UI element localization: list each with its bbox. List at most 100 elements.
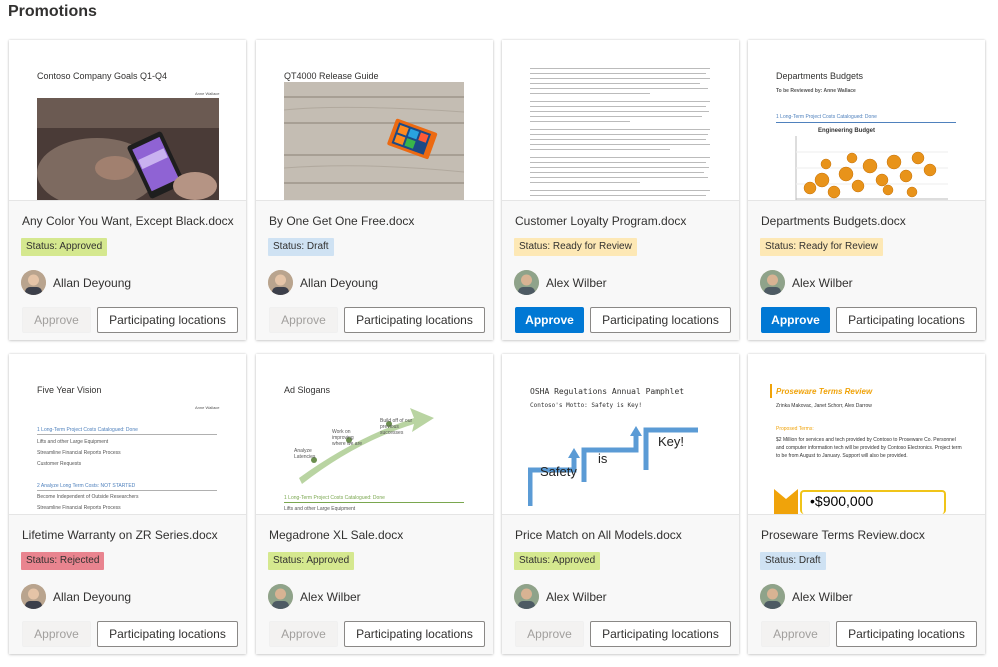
file-name[interactable]: Lifetime Warranty on ZR Series.docx <box>22 528 218 542</box>
avatar <box>514 584 539 609</box>
status-badge: Status: Approved <box>514 552 601 570</box>
preview-title: Contoso Company Goals Q1-Q4 <box>37 71 168 81</box>
preview-item: Streamline Financial Reports Process <box>37 505 121 511</box>
preview-author: Anne Wallace <box>195 405 220 410</box>
approve-button[interactable]: Approve <box>761 307 830 333</box>
participating-locations-button[interactable]: Participating locations <box>97 307 238 333</box>
avatar <box>21 584 46 609</box>
avatar <box>514 270 539 295</box>
person-name: Alex Wilber <box>546 276 607 290</box>
file-name[interactable]: Any Color You Want, Except Black.docx <box>22 214 234 228</box>
phone-photo <box>284 82 464 200</box>
participating-locations-button[interactable]: Participating locations <box>836 621 977 647</box>
avatar <box>268 270 293 295</box>
approve-button[interactable]: Approve <box>515 621 584 647</box>
person-name: Alex Wilber <box>792 276 853 290</box>
promotion-card[interactable]: OSHA Regulations Annual Pamphlet Contoso… <box>502 354 739 654</box>
growth-arrow-graphic <box>299 408 434 484</box>
avatar <box>268 584 293 609</box>
promotion-card[interactable]: Contoso Company Goals Q1-Q4 Anne Wallace… <box>9 40 246 340</box>
approve-button[interactable]: Approve <box>269 307 338 333</box>
avatar <box>760 270 785 295</box>
preview-author: Anne Wallace <box>195 91 220 96</box>
person-name: Allan Deyoung <box>300 276 379 290</box>
participating-locations-button[interactable]: Participating locations <box>344 307 485 333</box>
preview-title: OSHA Regulations Annual Pamphlet <box>530 387 685 396</box>
document-preview[interactable]: Ad Slogans Analyze Latencies Work on imp… <box>256 354 493 515</box>
document-preview[interactable]: QT4000 Release Guide <box>256 40 493 201</box>
person-name: Alex Wilber <box>792 590 853 604</box>
status-badge: Status: Rejected <box>21 552 105 570</box>
document-preview[interactable]: Contoso Company Goals Q1-Q4 Anne Wallace <box>9 40 246 201</box>
preview-item: Customer Requests <box>37 461 82 467</box>
document-preview[interactable]: Proseware Terms Review Zrinka Makovac, J… <box>748 354 985 515</box>
promotion-card[interactable]: Departments Budgets To be Reviewed by: A… <box>748 40 985 340</box>
budget-chart <box>795 136 948 200</box>
person-name: Alex Wilber <box>546 590 607 604</box>
preview-section: Proposed Terms: <box>776 426 814 432</box>
file-name[interactable]: Price Match on All Models.docx <box>515 528 682 542</box>
status-badge: Status: Approved <box>268 552 355 570</box>
phone-photo <box>37 98 219 200</box>
person-name: Allan Deyoung <box>53 590 132 604</box>
preview-body: $2 Million for services and tech provide… <box>776 437 962 459</box>
promotion-card[interactable]: QT4000 Release Guide By One Get One Free… <box>256 40 493 340</box>
approve-button[interactable]: Approve <box>269 621 338 647</box>
file-name[interactable]: Proseware Terms Review.docx <box>761 528 925 542</box>
preview-item: Lifts and other Large Equipment <box>37 439 109 445</box>
participating-locations-button[interactable]: Participating locations <box>590 621 731 647</box>
step-word: is <box>598 451 608 466</box>
participating-locations-button[interactable]: Participating locations <box>590 307 731 333</box>
status-badge: Status: Approved <box>21 238 108 256</box>
document-preview[interactable]: OSHA Regulations Annual Pamphlet Contoso… <box>502 354 739 515</box>
step-word: Key! <box>658 434 685 449</box>
preview-title: Five Year Vision <box>37 385 102 395</box>
person-name: Alex Wilber <box>300 590 361 604</box>
preview-names: Zrinka Makovac, Janet Schorr, Alex Darro… <box>776 403 872 409</box>
preview-subtitle: To be Reviewed by: Anne Wallace <box>776 88 856 94</box>
chart-title: Engineering Budget <box>818 128 875 134</box>
approve-button[interactable]: Approve <box>761 621 830 647</box>
slogan-step: Work on improving where we are <box>332 429 363 447</box>
preview-heading: 1 Long-Term Project Costs Catalogued: Do… <box>776 114 877 120</box>
status-badge: Status: Draft <box>760 552 826 570</box>
page-title: Promotions <box>8 3 97 20</box>
file-name[interactable]: Departments Budgets.docx <box>761 214 906 228</box>
file-name[interactable]: By One Get One Free.docx <box>269 214 414 228</box>
slogan-step: Analyze Latencies <box>294 448 316 460</box>
person-name: Allan Deyoung <box>53 276 132 290</box>
document-preview[interactable]: Departments Budgets To be Reviewed by: A… <box>748 40 985 201</box>
preview-subtitle: Contoso's Motto: Safety is Key! <box>530 402 642 409</box>
avatar <box>760 584 785 609</box>
preview-item: Become Independent of Outside Researcher… <box>37 494 139 500</box>
promotion-card[interactable]: Proseware Terms Review Zrinka Makovac, J… <box>748 354 985 654</box>
promotion-card[interactable]: Customer Loyalty Program.docx Status: Re… <box>502 40 739 340</box>
preview-heading: 2 Analyze Long Term Costs: NOT STARTED <box>37 483 136 489</box>
slogan-step: Build off of our previous successes <box>380 418 413 436</box>
status-badge: Status: Ready for Review <box>760 238 883 256</box>
document-preview[interactable]: Five Year Vision Anne Wallace 1 Long-Ter… <box>9 354 246 515</box>
preview-amount: •$900,000 <box>810 493 874 509</box>
approve-button[interactable]: Approve <box>515 307 584 333</box>
preview-heading: 1 Long-Term Project Costs Catalogued: Do… <box>284 495 385 501</box>
preview-title: QT4000 Release Guide <box>284 71 379 81</box>
avatar <box>21 270 46 295</box>
status-badge: Status: Ready for Review <box>514 238 637 256</box>
preview-title: Ad Slogans <box>284 385 331 395</box>
preview-heading: 1 Long-Term Project Costs Catalogued: Do… <box>37 427 138 433</box>
status-badge: Status: Draft <box>268 238 334 256</box>
participating-locations-button[interactable]: Participating locations <box>344 621 485 647</box>
participating-locations-button[interactable]: Participating locations <box>97 621 238 647</box>
document-preview[interactable] <box>502 40 739 201</box>
preview-item: Lifts and other Large Equipment <box>284 506 356 512</box>
approve-button[interactable]: Approve <box>22 307 91 333</box>
logo-icon <box>774 489 798 514</box>
file-name[interactable]: Customer Loyalty Program.docx <box>515 214 686 228</box>
promotion-card[interactable]: Ad Slogans Analyze Latencies Work on imp… <box>256 354 493 654</box>
file-name[interactable]: Megadrone XL Sale.docx <box>269 528 403 542</box>
participating-locations-button[interactable]: Participating locations <box>836 307 977 333</box>
promotion-card[interactable]: Five Year Vision Anne Wallace 1 Long-Ter… <box>9 354 246 654</box>
preview-title: Proseware Terms Review <box>776 387 873 396</box>
approve-button[interactable]: Approve <box>22 621 91 647</box>
step-word: Safety <box>540 464 577 479</box>
